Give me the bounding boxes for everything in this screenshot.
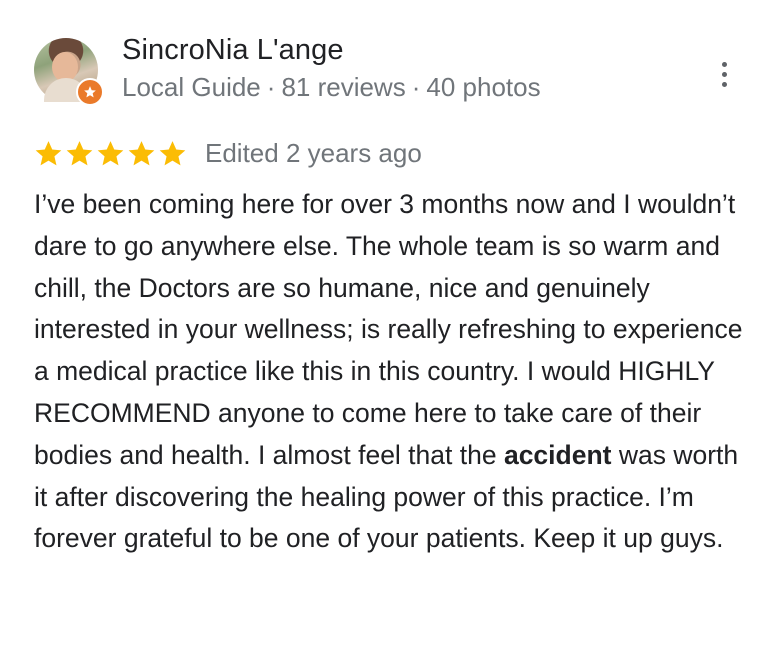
rating-row: Edited 2 years ago — [34, 138, 422, 169]
meta-separator: · — [411, 72, 421, 102]
photos-count: 40 photos — [426, 72, 541, 102]
reviews-count: 81 reviews — [281, 72, 406, 102]
reviewer-name[interactable]: SincroNia L'ange — [122, 34, 344, 67]
star-icon — [35, 141, 62, 166]
star-icon — [159, 141, 186, 166]
star-icon — [97, 141, 124, 166]
review-card: SincroNia L'ange Local Guide · 81 reviews ·… — [0, 0, 780, 658]
local-guide-badge-icon — [76, 78, 104, 106]
edited-timestamp: Edited 2 years ago — [205, 138, 422, 168]
more-options-button[interactable] — [712, 56, 736, 92]
review-text-part: I’ve been coming here for over 3 months … — [34, 189, 743, 470]
avatar[interactable] — [34, 38, 104, 106]
star-badge-icon — [84, 86, 96, 98]
star-icon — [66, 141, 93, 166]
more-vert-icon — [721, 61, 727, 67]
more-vert-icon-dot — [721, 71, 727, 77]
review-highlight: accident — [503, 439, 612, 470]
star-rating — [34, 139, 187, 168]
review-text: I’ve been coming here for over 3 months … — [34, 184, 750, 560]
more-vert-icon-dot — [721, 81, 727, 87]
meta-separator: · — [266, 72, 276, 102]
star-icon — [128, 141, 155, 166]
local-guide-label: Local Guide — [122, 72, 261, 102]
reviewer-meta: Local Guide · 81 reviews · 40 photos — [122, 72, 541, 103]
